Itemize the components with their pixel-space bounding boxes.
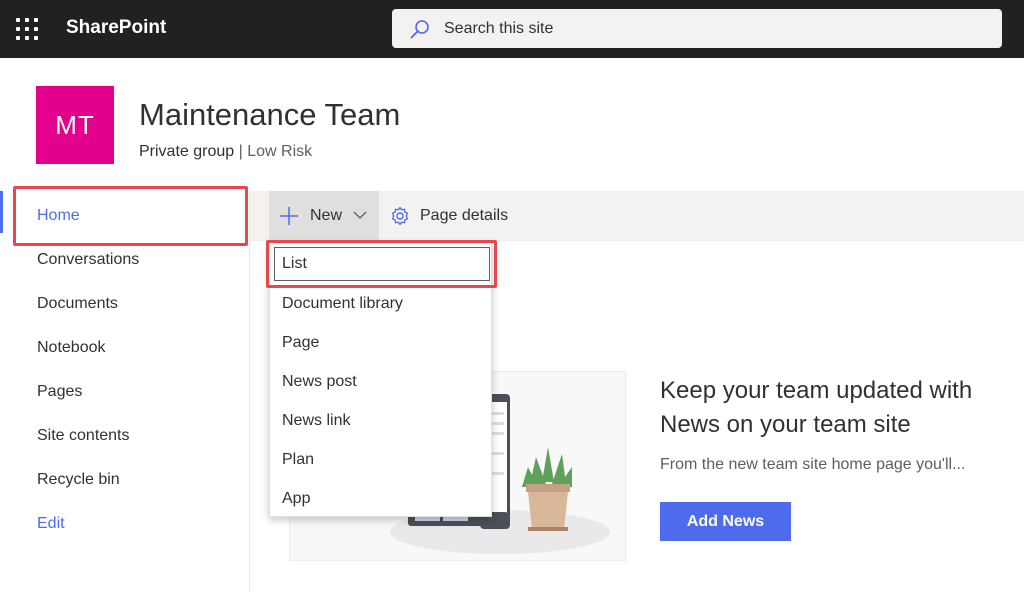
menu-item-plan[interactable]: Plan: [270, 440, 493, 479]
gear-icon: [391, 206, 409, 226]
nav-item-documents[interactable]: Documents: [37, 295, 118, 313]
nav-edit-link[interactable]: Edit: [37, 515, 65, 533]
nav-item-pages[interactable]: Pages: [37, 383, 82, 401]
app-brand[interactable]: SharePoint: [66, 17, 166, 39]
privacy-label: Private group: [139, 143, 235, 160]
nav-item-site-contents[interactable]: Site contents: [37, 427, 130, 445]
classification-label: Low Risk: [247, 143, 313, 160]
menu-item-app[interactable]: App: [270, 479, 493, 518]
annotation-highlight-list: [266, 240, 497, 288]
search-icon: [410, 20, 429, 39]
menu-item-news-link[interactable]: News link: [270, 401, 493, 440]
site-logo[interactable]: MT: [36, 86, 114, 164]
nav-item-notebook[interactable]: Notebook: [37, 339, 106, 357]
menu-item-news-post[interactable]: News post: [270, 362, 493, 401]
news-description: From the new team site home page you'll.…: [660, 456, 966, 473]
news-heading-line-1: Keep your team updated with: [660, 377, 973, 404]
site-title[interactable]: Maintenance Team: [139, 97, 400, 133]
menu-item-document-library[interactable]: Document library: [270, 284, 493, 323]
chevron-down-icon: [353, 211, 367, 219]
site-meta: Private group | Low Risk: [139, 143, 312, 161]
news-heading: Keep your team updated with News on your…: [660, 374, 1020, 442]
news-heading-line-2: News on your team site: [660, 411, 911, 438]
annotation-highlight-home: [13, 186, 248, 246]
nav-item-recycle-bin[interactable]: Recycle bin: [37, 471, 120, 489]
search-box[interactable]: [392, 9, 1002, 48]
page-details-label: Page details: [420, 207, 509, 224]
nav-active-indicator: [0, 191, 3, 233]
add-news-button[interactable]: Add News: [660, 502, 791, 541]
meta-separator: |: [238, 143, 243, 160]
search-input[interactable]: [444, 9, 984, 48]
plus-icon: [280, 207, 298, 225]
new-button-label: New: [310, 207, 343, 224]
command-bar: New Page details: [250, 191, 1024, 241]
new-button[interactable]: New: [269, 191, 379, 241]
left-nav: Home Conversations Documents Notebook Pa…: [0, 191, 250, 592]
page-details-button[interactable]: Page details: [390, 191, 520, 241]
nav-item-conversations[interactable]: Conversations: [37, 251, 139, 269]
suite-bar: SharePoint: [0, 0, 1024, 58]
app-launcher-icon[interactable]: [16, 18, 38, 40]
menu-item-page[interactable]: Page: [270, 323, 493, 362]
